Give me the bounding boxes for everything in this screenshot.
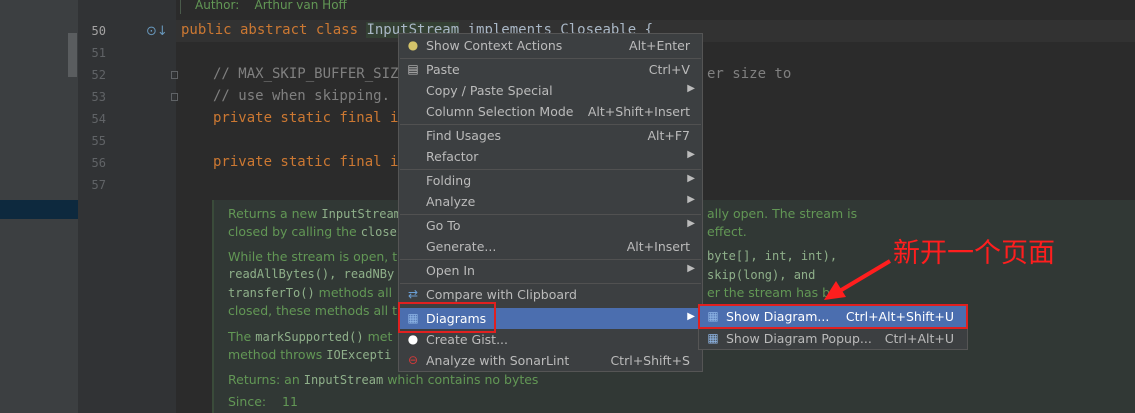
annotation-text: 新开一个页面 [893, 238, 1055, 269]
annotation-arrow-shaft [836, 259, 892, 294]
annotation-arrow [824, 259, 892, 300]
